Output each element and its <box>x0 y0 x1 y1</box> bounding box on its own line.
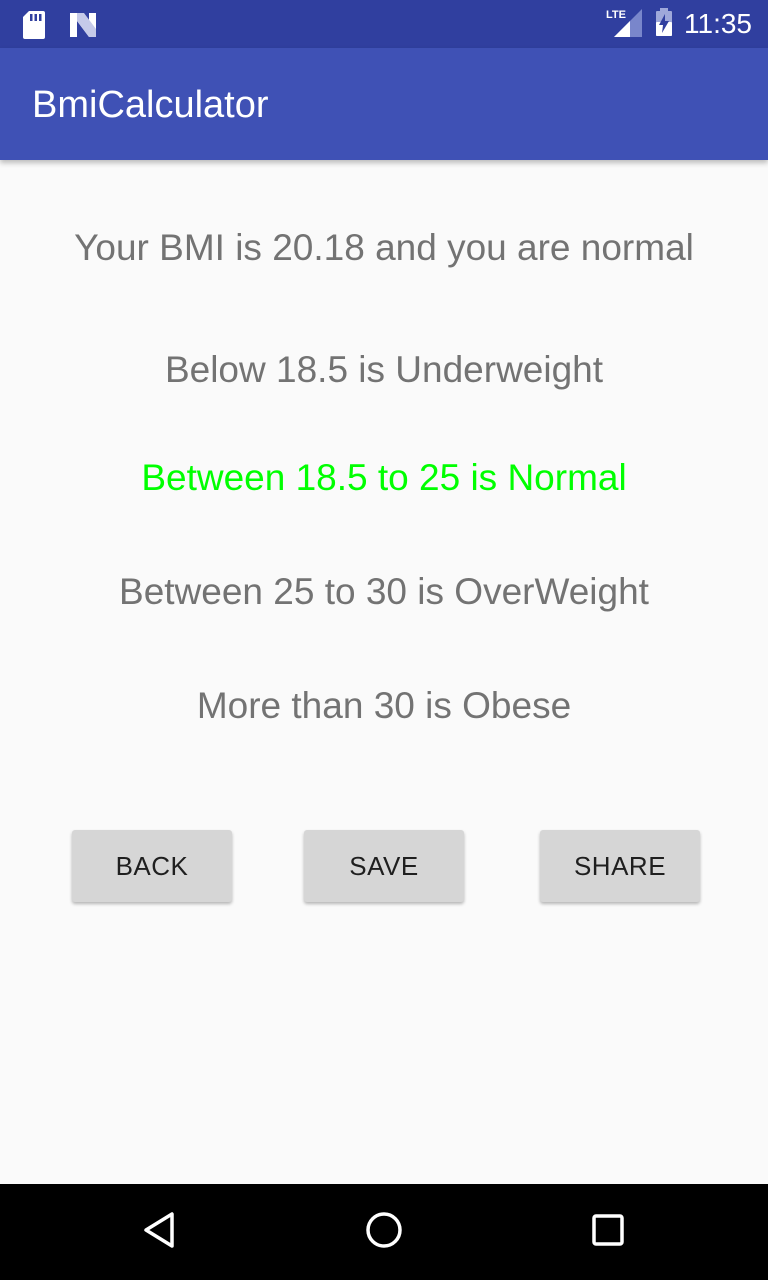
category-underweight: Below 18.5 is Underweight <box>164 349 604 390</box>
app-bar: BmiCalculator <box>0 48 768 160</box>
battery-icon <box>654 7 674 41</box>
status-left-icons <box>22 10 98 44</box>
lte-signal-icon: LTE <box>606 7 644 41</box>
app-title: BmiCalculator <box>32 84 269 126</box>
bmi-result-text: Your BMI is 20.18 and you are normal <box>74 227 694 268</box>
notification-n-icon <box>68 11 98 43</box>
nav-home-button[interactable] <box>360 1208 408 1256</box>
category-normal: Between 18.5 to 25 is Normal <box>141 457 627 498</box>
navigation-bar <box>0 1184 768 1280</box>
lte-label: LTE <box>606 9 626 21</box>
clock: 11:35 <box>684 8 752 39</box>
category-overweight: Between 25 to 30 is OverWeight <box>119 571 649 612</box>
sd-card-icon <box>22 10 46 44</box>
share-button[interactable]: SHARE <box>540 830 700 902</box>
back-triangle-icon <box>140 1210 180 1254</box>
recents-square-icon <box>588 1210 628 1254</box>
category-obese: More than 30 is Obese <box>196 685 572 726</box>
status-right-icons: LTE 11:35 <box>606 6 752 42</box>
back-button[interactable]: BACK <box>72 830 232 902</box>
home-circle-icon <box>364 1210 404 1254</box>
status-bar: LTE 11:35 <box>0 0 768 48</box>
save-button[interactable]: SAVE <box>304 830 464 902</box>
nav-back-button[interactable] <box>136 1208 184 1256</box>
nav-recents-button[interactable] <box>584 1208 632 1256</box>
